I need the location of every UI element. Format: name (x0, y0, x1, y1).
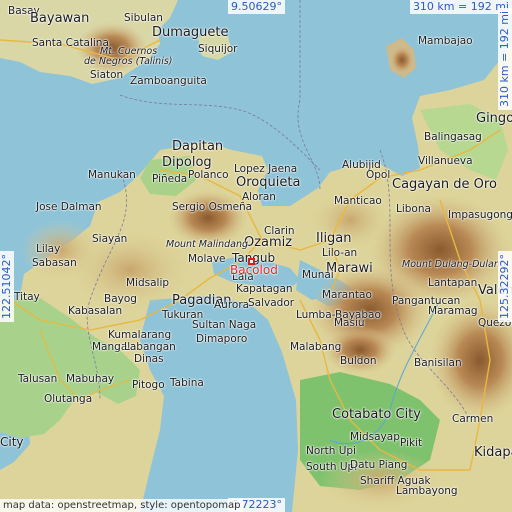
place-label: Kumalarang (108, 329, 172, 341)
coord-left: 122.51042° (0, 251, 14, 322)
place-label: Tabina (170, 377, 204, 389)
coord-top: 9.50629° (228, 0, 285, 14)
place-label: Polanco (188, 169, 229, 181)
place-label: Aurora (214, 299, 250, 311)
place-label: Malabang (290, 341, 342, 353)
place-label: Molave (188, 253, 226, 265)
place-label: Labangan (124, 341, 176, 353)
place-label: Banisilan (414, 357, 462, 369)
scale-vertical: 310 km = 192 mi (498, 7, 512, 110)
marker-label[interactable]: Bacolod (230, 264, 278, 276)
place-label: Dimaporo (196, 333, 248, 345)
place-label: Bayog (104, 293, 137, 305)
place-label: Ozamiz (244, 235, 293, 250)
place-label: Siayan (92, 233, 128, 245)
place-label: Talusan (18, 373, 58, 385)
place-label: Dapitan (172, 139, 224, 154)
place-label: Maramag (428, 305, 478, 317)
place-label: Zamboanguita (130, 75, 207, 87)
camiguin-relief (390, 46, 414, 74)
place-label: Kabasalan (68, 305, 123, 317)
place-label: Kapatagan (236, 283, 293, 295)
place-label: Marantao (322, 289, 372, 301)
place-label: Santa Catalina (32, 37, 109, 49)
place-label: Salvador (248, 297, 295, 309)
place-label: Jose Dalman (36, 201, 102, 213)
place-label: Siquijor (198, 43, 238, 55)
place-label: Lilay (36, 243, 61, 255)
place-label: Masiu (334, 317, 365, 329)
scale-horizontal: 310 km = 192 mi (409, 0, 512, 14)
place-label: Sibulan (124, 12, 163, 24)
place-label: Gingoo (476, 111, 512, 126)
place-label: Manukan (88, 169, 136, 181)
place-label: Mambajao (418, 35, 473, 47)
topographic-map[interactable]: Basay Bayawan Sibulan Dumaguete Santa Ca… (0, 0, 512, 512)
place-label: Titay (14, 291, 40, 303)
place-label: Mount Malindang (166, 239, 249, 250)
mount-malindang-relief (168, 190, 248, 246)
place-label: Bayawan (30, 11, 90, 26)
place-label: Manticao (334, 195, 382, 207)
place-label: Lambayong (396, 485, 458, 497)
place-label: Pitogo (132, 379, 165, 391)
place-label: Lilo-an (322, 247, 358, 259)
coord-right: 125.32292° (498, 251, 512, 322)
place-label: Dipolog (162, 155, 212, 170)
place-label: Carmen (452, 413, 494, 425)
place-label: Villanueva (418, 155, 473, 167)
place-label: Mount Dulang-Dulang (402, 259, 506, 270)
place-label: Buldon (340, 355, 377, 367)
place-label: Mabuhay (66, 373, 115, 385)
map-attribution: map data: openstreetmap, style: opentopo… (0, 499, 244, 512)
place-label: Libona (396, 203, 431, 215)
place-label: Pikit (400, 437, 423, 449)
place-label: Datu Piang (350, 459, 408, 471)
place-label: North Upi (306, 445, 356, 457)
place-label: Balingasag (424, 131, 482, 143)
place-label: Midsayap (350, 431, 400, 443)
place-label: Piñeda (152, 173, 188, 185)
place-label: de Negros (Talinis) (84, 56, 173, 67)
place-label: Olutanga (44, 393, 93, 405)
place-label: Lopez Jaena (234, 163, 298, 175)
place-label: Iligan (316, 231, 352, 246)
place-label: City (0, 435, 24, 449)
place-label: Kidapawan (474, 445, 512, 460)
place-label: Cagayan de Oro (392, 177, 497, 192)
place-label: Sultan Naga (192, 319, 257, 331)
place-label: Lantapan (428, 277, 478, 289)
place-label: Siaton (90, 69, 124, 81)
place-label: Dumaguete (152, 25, 229, 40)
place-label: Cotabato City (332, 407, 421, 422)
place-label: Midsalip (126, 277, 170, 289)
place-label: Munai (302, 269, 334, 281)
place-label: Oroquieta (236, 175, 301, 190)
place-label: Sergio Osmeña (172, 201, 253, 213)
place-label: Dinas (134, 353, 164, 365)
place-label: Impasugong (448, 209, 512, 221)
place-label: Opol (366, 169, 391, 181)
place-label: Sabasan (32, 257, 77, 269)
